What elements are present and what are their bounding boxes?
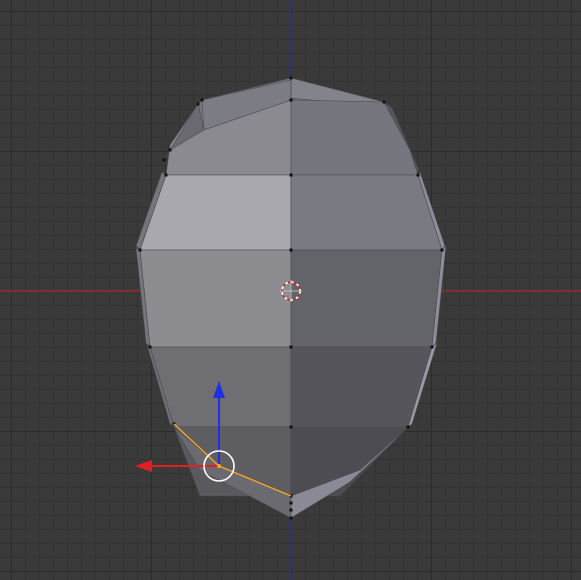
vertex-icon[interactable]: [168, 148, 172, 152]
mesh-face[interactable]: [290, 99, 419, 176]
3d-viewport[interactable]: [0, 0, 581, 580]
vertex-icon[interactable]: [162, 158, 166, 162]
vertex-icon[interactable]: [416, 173, 420, 177]
vertex-icon[interactable]: [196, 102, 200, 106]
mesh-face[interactable]: [139, 249, 292, 348]
viewport-scene: [0, 0, 581, 580]
manipulator-x-arrow[interactable]: [135, 460, 152, 472]
vertex-icon[interactable]: [430, 345, 434, 349]
vertex-icon[interactable]: [289, 76, 293, 80]
vertex-icon[interactable]: [164, 173, 168, 177]
vertex-icon[interactable]: [148, 345, 152, 349]
vertex-icon[interactable]: [289, 425, 293, 429]
manipulator-center: [217, 464, 221, 468]
vertex-icon[interactable]: [406, 425, 410, 429]
vertex-icon[interactable]: [289, 508, 293, 512]
vertex-icon[interactable]: [289, 501, 293, 505]
vertex-icon[interactable]: [440, 248, 444, 252]
mesh-face[interactable]: [139, 174, 292, 251]
vertex-icon[interactable]: [289, 345, 293, 349]
vertex-icon[interactable]: [200, 98, 204, 102]
vertex-icon[interactable]: [289, 516, 293, 520]
vertex-icon[interactable]: [289, 98, 293, 102]
vertex-icon[interactable]: [138, 248, 142, 252]
mesh-face[interactable]: [290, 174, 443, 251]
mesh-face[interactable]: [290, 346, 433, 428]
mesh-face[interactable]: [290, 249, 443, 348]
vertex-icon[interactable]: [289, 173, 293, 177]
vertex-icon[interactable]: [289, 248, 293, 252]
vertex-icon[interactable]: [382, 100, 386, 104]
